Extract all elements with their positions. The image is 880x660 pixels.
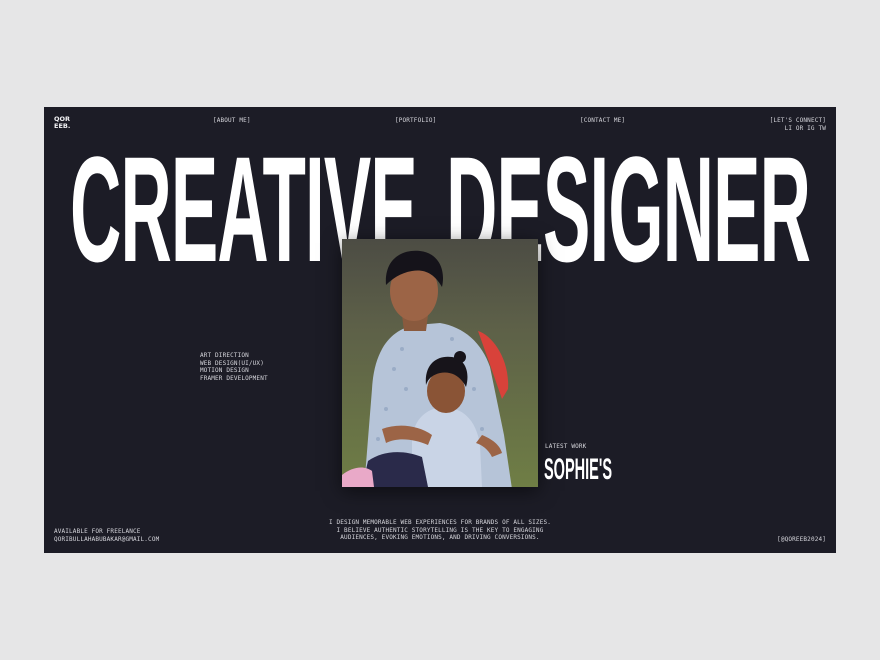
social-handle[interactable]: [@QOREEB2024]: [777, 536, 826, 544]
availability-text: AVAILABLE FOR FREELANCE: [54, 528, 141, 535]
latest-work-title-svg: SOPHIE'S: [544, 453, 612, 484]
nav-contact-me[interactable]: [CONTACT ME]: [580, 117, 625, 125]
latest-work-title-text: SOPHIE'S: [544, 453, 612, 484]
social-link-or: OR: [795, 124, 804, 132]
social-links: LI OR IG TW: [770, 125, 826, 133]
nav-about-me[interactable]: [ABOUT ME]: [213, 117, 251, 125]
social-link-twitter[interactable]: TW: [818, 125, 826, 132]
social-link-linkedin[interactable]: LI: [785, 125, 793, 132]
lets-connect-label[interactable]: [LET'S CONNECT]: [770, 117, 826, 125]
bio-line: I DESIGN MEMORABLE WEB EXPERIENCES FOR B…: [329, 519, 551, 526]
social-link-instagram[interactable]: IG: [807, 125, 815, 132]
service-item: ART DIRECTION: [200, 352, 249, 359]
bio-line: AUDIENCES, EVOKING EMOTIONS, AND DRIVING…: [340, 534, 540, 542]
service-item: FRAMER DEVELOPMENT: [200, 374, 268, 382]
portfolio-site: QOR EEB. [ABOUT ME] [PORTFOLIO] [CONTACT…: [44, 107, 836, 553]
services-list: ART DIRECTION WEB DESIGN(UI/UX) MOTION D…: [200, 352, 268, 382]
service-item: MOTION DESIGN: [200, 367, 249, 375]
bio-line: I BELIEVE AUTHENTIC STORYTELLING IS THE …: [336, 526, 544, 534]
latest-work-label: LATEST WORK: [545, 443, 587, 450]
email-link[interactable]: QORIBULLAHABUBAKAR@GMAIL.COM: [54, 536, 159, 543]
bio-text: I DESIGN MEMORABLE WEB EXPERIENCES FOR B…: [264, 519, 616, 542]
latest-work-photo[interactable]: [342, 239, 538, 487]
freelance-info: AVAILABLE FOR FREELANCE QORIBULLAHABUBAK…: [54, 528, 159, 543]
logo[interactable]: QOR EEB.: [54, 115, 71, 131]
photo-illustration: [342, 239, 538, 487]
logo-line-2: EEB.: [54, 122, 71, 131]
nav-portfolio[interactable]: [PORTFOLIO]: [395, 117, 436, 125]
latest-work-title[interactable]: SOPHIE'S: [544, 452, 634, 484]
lets-connect: [LET'S CONNECT] LI OR IG TW: [770, 117, 826, 132]
service-item: WEB DESIGN(UI/UX): [200, 359, 264, 367]
